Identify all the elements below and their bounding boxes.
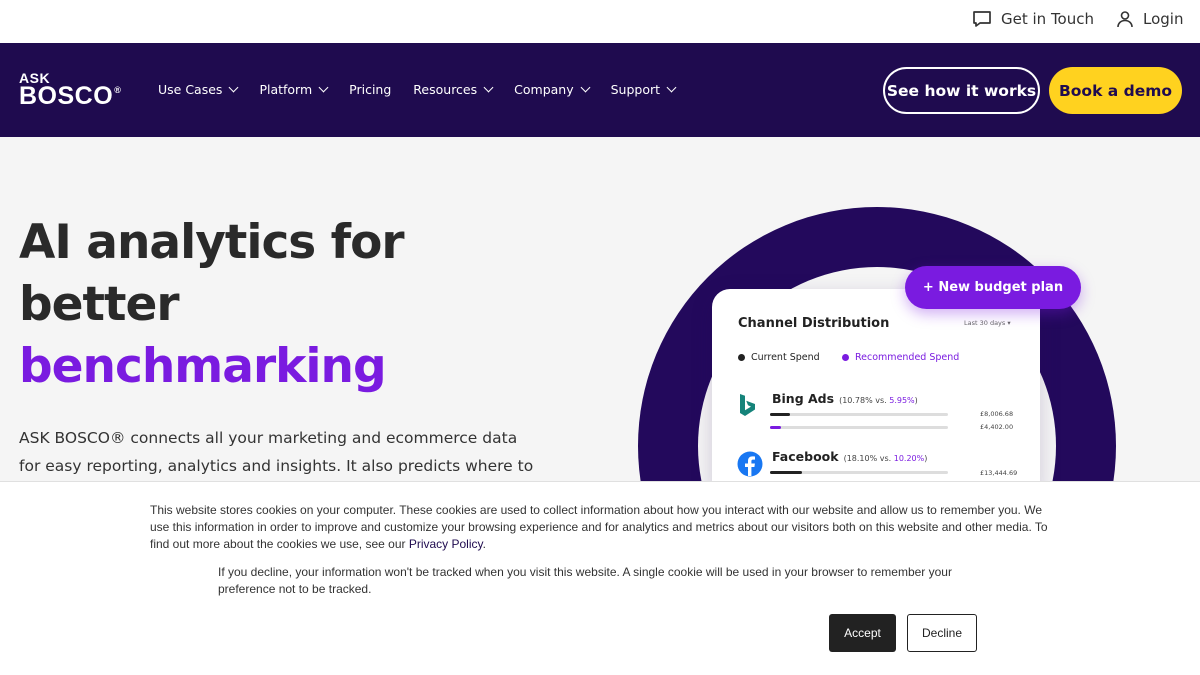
nav-item-pricing[interactable]: Pricing — [349, 82, 391, 97]
nav-item-resources[interactable]: Resources — [413, 82, 494, 97]
channel-percent: (18.10% vs. 10.20%) — [844, 454, 928, 463]
accept-button[interactable]: Accept — [829, 614, 896, 652]
cookie-notice-body: This website stores cookies on your comp… — [150, 503, 1048, 551]
bing-icon — [738, 393, 758, 421]
nav-item-label: Platform — [259, 82, 313, 97]
see-how-it-works-button[interactable]: See how it works — [883, 67, 1040, 114]
channel-percent: (10.78% vs. 5.95%) — [839, 396, 918, 405]
amount-recommended-bing: £4,402.00 — [980, 423, 1014, 431]
chevron-down-icon — [483, 82, 494, 93]
amount-current-bing: £8,006.68 — [980, 410, 1014, 418]
hero-title: AI analytics for better benchmarking — [19, 212, 405, 398]
percent-highlight: 5.95% — [889, 396, 915, 405]
percent-suffix: ) — [914, 396, 918, 405]
utility-bar: Get in Touch Login — [0, 0, 1200, 43]
channel-label: Bing Ads — [772, 391, 835, 406]
legend-current-spend: Current Spend — [738, 352, 820, 363]
bar-fill — [770, 471, 803, 474]
nav-item-label: Support — [610, 82, 661, 97]
logo-line-2: BOSCO® — [19, 84, 121, 109]
amount-current-facebook: £13,444.69 — [980, 469, 1018, 477]
chevron-down-icon — [580, 82, 591, 93]
decline-button[interactable]: Decline — [907, 614, 977, 652]
nav-item-label: Pricing — [349, 82, 392, 97]
book-a-demo-button[interactable]: Book a demo — [1049, 67, 1182, 114]
hero-title-line-2: better — [19, 277, 180, 332]
hero-title-line-1: AI analytics for — [19, 215, 405, 270]
nav-item-support[interactable]: Support — [610, 82, 677, 97]
nav-item-label: Resources — [413, 82, 478, 97]
cookie-notice-text: This website stores cookies on your comp… — [150, 502, 1055, 553]
nav-item-label: Use Cases — [158, 82, 223, 97]
get-in-touch-label: Get in Touch — [1001, 10, 1094, 28]
percent-prefix: (10.78% vs. — [839, 396, 890, 405]
current-spend-bar-facebook — [770, 471, 948, 474]
cookie-decline-note: If you decline, your information won't b… — [218, 565, 952, 596]
bar-fill — [770, 426, 781, 429]
privacy-policy-link[interactable]: Privacy Policy — [409, 537, 483, 551]
ask-bosco-logo[interactable]: ASK BOSCO® — [19, 71, 121, 109]
chevron-down-icon — [228, 82, 239, 93]
nav-item-use-cases[interactable]: Use Cases — [158, 82, 239, 97]
current-spend-bar-bing — [770, 413, 948, 416]
login-label: Login — [1143, 10, 1184, 28]
percent-suffix: ) — [924, 454, 928, 463]
hero-title-accent: benchmarking — [19, 339, 387, 394]
legend-dot — [738, 354, 745, 361]
nav-menu: Use Cases Platform Pricing Resources Com… — [158, 82, 697, 97]
chevron-down-icon — [666, 82, 677, 93]
channel-label: Facebook — [772, 449, 839, 464]
logo-registered-mark: ® — [114, 85, 122, 95]
login-link[interactable]: Login — [1116, 10, 1183, 28]
legend-recommended-spend: Recommended Spend — [842, 352, 959, 363]
user-icon — [1116, 10, 1134, 28]
channel-name-facebook: Facebook (18.10% vs. 10.20%) — [772, 449, 927, 464]
cookie-banner: This website stores cookies on your comp… — [0, 481, 1200, 675]
date-range-select: Last 30 days ▾ — [964, 319, 1011, 327]
channel-name-bing: Bing Ads (10.78% vs. 5.95%) — [772, 391, 918, 406]
legend-label: Recommended Spend — [855, 352, 960, 363]
nav-item-platform[interactable]: Platform — [259, 82, 329, 97]
recommended-spend-bar-bing — [770, 426, 948, 429]
percent-prefix: (18.10% vs. — [843, 454, 894, 463]
new-budget-plan-button[interactable]: + New budget plan — [905, 266, 1081, 309]
legend-dot — [842, 354, 849, 361]
chevron-down-icon — [318, 82, 329, 93]
percent-highlight: 10.20% — [893, 454, 925, 463]
bar-fill — [770, 413, 790, 416]
hero-description: ASK BOSCO® connects all your marketing a… — [19, 429, 534, 475]
get-in-touch-link[interactable]: Get in Touch — [972, 10, 1094, 28]
chat-bubble-icon — [972, 10, 992, 28]
legend-label: Current Spend — [751, 352, 820, 363]
nav-item-company[interactable]: Company — [514, 82, 591, 97]
cookie-notice-end: . — [482, 537, 486, 551]
logo-bosco-text: BOSCO — [19, 82, 114, 110]
nav-item-label: Company — [514, 82, 574, 97]
facebook-icon — [737, 451, 763, 481]
channel-distribution-card: Channel Distribution Last 30 days ▾ Curr… — [712, 289, 1040, 499]
card-title: Channel Distribution — [738, 316, 890, 331]
